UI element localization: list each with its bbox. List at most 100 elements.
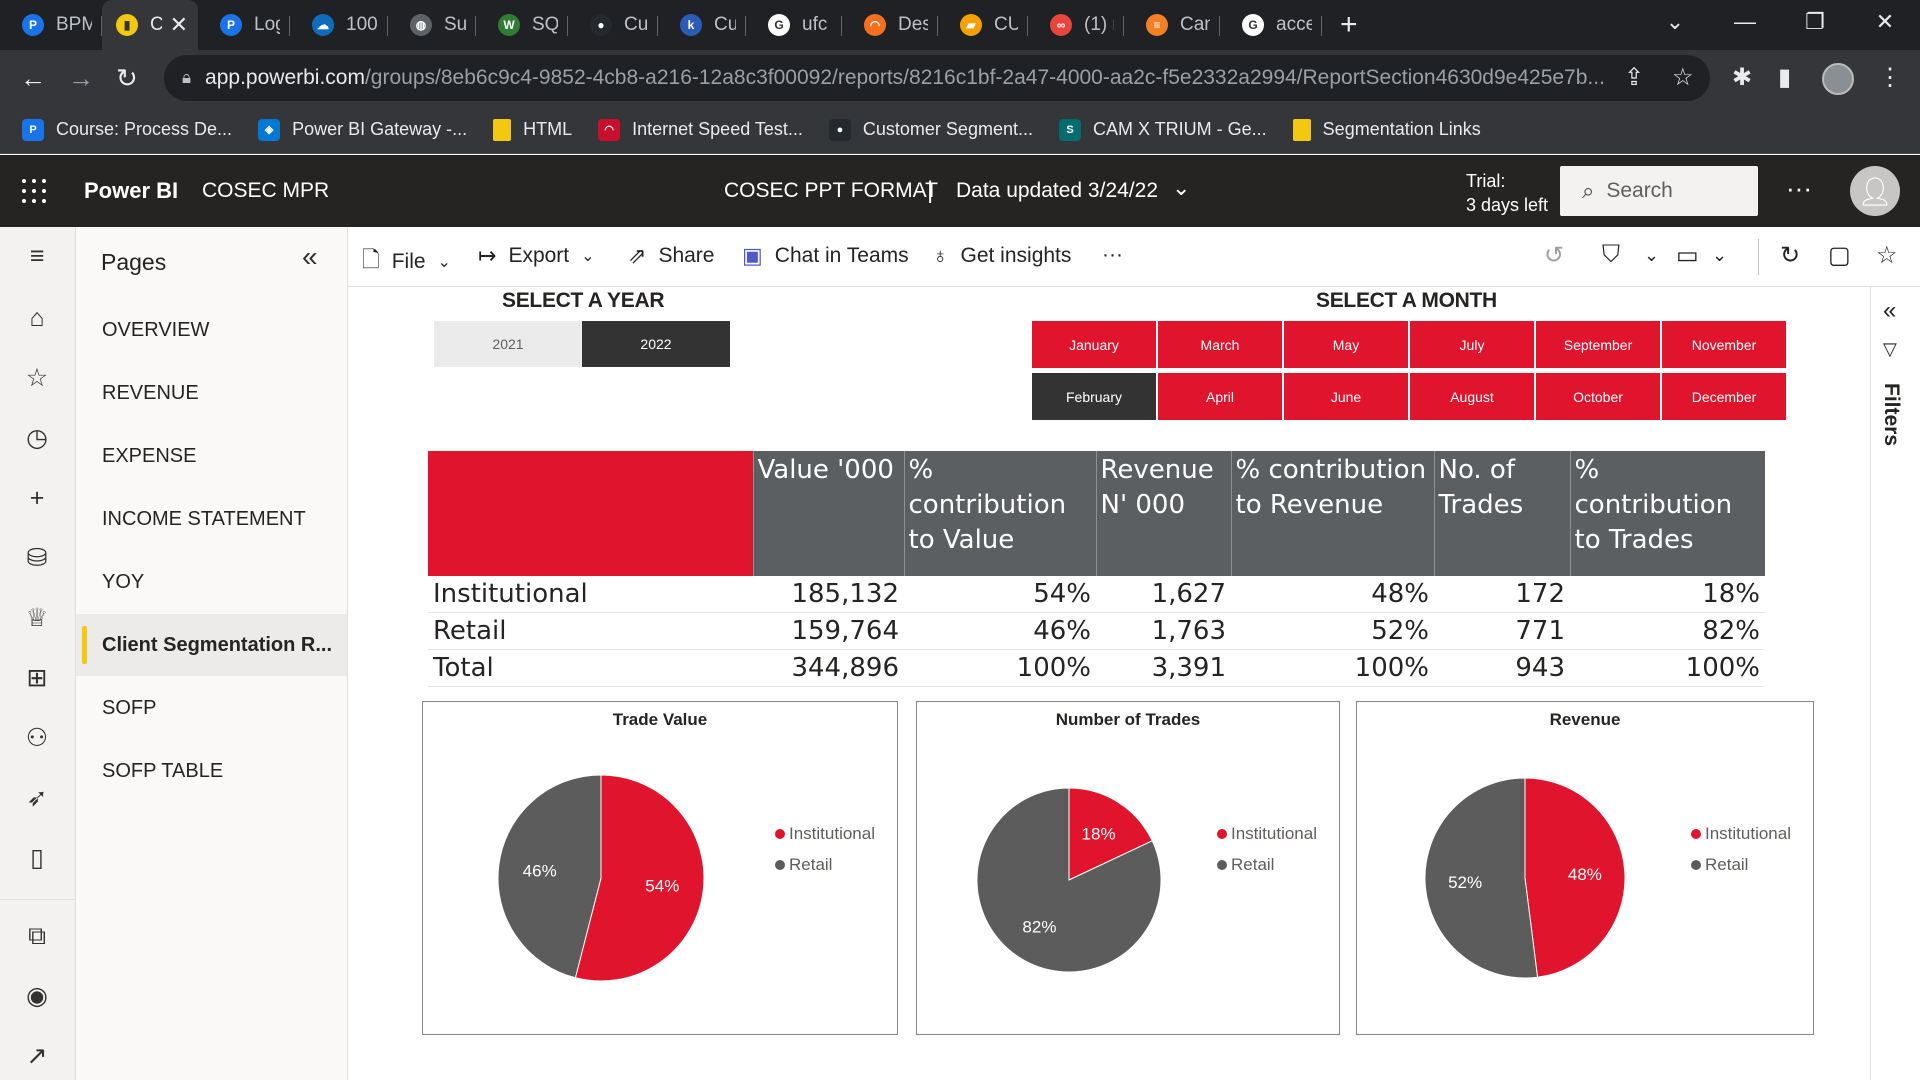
page-tab[interactable]: Client Segmentation R... xyxy=(76,614,347,676)
more-actions-button[interactable]: ··· xyxy=(1102,243,1123,267)
legend-item[interactable]: Institutional xyxy=(775,818,875,849)
expand-filters-icon[interactable]: « xyxy=(1883,297,1896,325)
powerbi-brand[interactable]: Power BI xyxy=(84,178,178,204)
restore-button[interactable]: ❐ xyxy=(1780,9,1850,35)
forward-button[interactable]: → xyxy=(68,63,94,94)
refresh-icon[interactable]: ↻ xyxy=(1780,241,1800,270)
close-window-button[interactable]: ✕ xyxy=(1850,9,1920,35)
browser-tab[interactable]: Gufc 19 xyxy=(746,0,842,50)
my-workspace-icon[interactable]: ◉ xyxy=(22,981,52,1011)
legend-item[interactable]: Retail xyxy=(775,849,875,880)
browser-tab[interactable]: P Login xyxy=(198,0,290,50)
favorites-star-icon[interactable]: ☆ xyxy=(22,363,52,393)
legend-item[interactable]: Retail xyxy=(1217,849,1317,880)
bookmark-item[interactable]: S CAM X TRIUM - Ge... xyxy=(1058,118,1267,141)
month-option-november[interactable]: November xyxy=(1662,321,1786,368)
page-tab[interactable]: INCOME STATEMENT xyxy=(76,488,347,550)
workspaces-icon[interactable]: ⧉ xyxy=(22,921,52,951)
chevron-down-icon[interactable]: ⌄ xyxy=(1644,245,1659,266)
browser-tab[interactable]: ☁ 1000 xyxy=(290,0,388,50)
user-avatar[interactable]: 👤︎ xyxy=(1850,166,1900,216)
view-icon[interactable]: ▭ xyxy=(1676,241,1699,270)
app-launcher-icon[interactable] xyxy=(22,179,46,203)
file-menu[interactable]: 🗋︎ File ⌄ xyxy=(362,243,451,281)
bookmark-item[interactable]: ● Customer Segment... xyxy=(828,118,1033,141)
get-data-arrow-icon[interactable]: ↗ xyxy=(22,1041,52,1071)
share-button[interactable]: ⇗ Share xyxy=(628,243,714,269)
side-panel-icon[interactable]: ▮ xyxy=(1778,63,1791,92)
profile-avatar[interactable] xyxy=(1822,63,1854,95)
page-tab[interactable]: OVERVIEW xyxy=(76,299,347,361)
month-option-january[interactable]: January xyxy=(1032,321,1156,368)
chat-in-teams-button[interactable]: ▣ Chat in Teams xyxy=(742,243,909,269)
export-menu[interactable]: ↦ Export ⌄ xyxy=(478,243,595,269)
year-option-2022[interactable]: 2022 xyxy=(582,321,730,367)
legend-item[interactable]: Institutional xyxy=(1217,818,1317,849)
page-tab[interactable]: SOFP xyxy=(76,677,347,739)
month-option-june[interactable]: June xyxy=(1284,373,1408,420)
recent-clock-icon[interactable]: ◷ xyxy=(22,423,52,453)
browser-tab[interactable]: Gacces xyxy=(1220,0,1322,50)
goals-trophy-icon[interactable]: ♕ xyxy=(22,603,52,633)
chevron-down-icon[interactable]: ⌄ xyxy=(1172,175,1190,201)
month-option-october[interactable]: October xyxy=(1536,373,1660,420)
legend-item[interactable]: Retail xyxy=(1691,849,1791,880)
browser-tab[interactable]: ◍ Succe xyxy=(388,0,476,50)
month-option-december[interactable]: December xyxy=(1662,373,1786,420)
extensions-icon[interactable]: ✱ xyxy=(1732,63,1752,92)
browser-tab[interactable]: k Custo xyxy=(658,0,746,50)
more-options-icon[interactable]: ··· xyxy=(1786,173,1812,204)
page-tab[interactable]: EXPENSE xyxy=(76,425,347,487)
workspace-name[interactable]: COSEC MPR xyxy=(202,179,329,203)
shared-with-me-icon[interactable]: ⚇ xyxy=(22,723,52,753)
year-option-2021[interactable]: 2021 xyxy=(434,321,582,367)
month-option-september[interactable]: September xyxy=(1536,321,1660,368)
comment-icon[interactable]: ▢ xyxy=(1828,241,1851,270)
new-tab-button[interactable]: + xyxy=(1340,8,1358,42)
create-plus-icon[interactable]: + xyxy=(22,483,52,513)
back-button[interactable]: ← xyxy=(20,63,46,94)
month-option-april[interactable]: April xyxy=(1158,373,1282,420)
month-option-july[interactable]: July xyxy=(1410,321,1534,368)
page-tab[interactable]: REVENUE xyxy=(76,362,347,424)
page-tab[interactable]: SOFP TABLE xyxy=(76,740,347,802)
home-icon[interactable]: ⌂ xyxy=(22,303,52,333)
browser-tab[interactable]: P BPMN xyxy=(0,0,102,50)
filters-pane[interactable]: « ▽ Filters xyxy=(1870,287,1920,1080)
search-box[interactable]: ⌕ Search xyxy=(1560,166,1758,216)
reload-button[interactable]: ↻ xyxy=(116,63,138,94)
get-insights-button[interactable]: ♁ Get insights xyxy=(932,243,1071,269)
close-tab-icon[interactable]: ✕ xyxy=(170,12,188,38)
month-option-march[interactable]: March xyxy=(1158,321,1282,368)
browser-tab[interactable]: ∞ (1) mo xyxy=(1028,0,1124,50)
learn-rocket-icon[interactable]: ➶ xyxy=(22,783,52,813)
favorite-star-icon[interactable]: ☆ xyxy=(1876,241,1898,270)
apps-icon[interactable]: ⊞ xyxy=(22,663,52,693)
month-option-may[interactable]: May xyxy=(1284,321,1408,368)
bookmark-item[interactable]: ◠ Internet Speed Test... xyxy=(598,118,803,141)
data-updated-label[interactable]: Data updated 3/24/22 xyxy=(956,179,1158,203)
url-bar[interactable]: 🔒︎ app.powerbi.com/groups/8eb6c9c4-9852-… xyxy=(164,55,1710,101)
legend-item[interactable]: Institutional xyxy=(1691,818,1791,849)
datasets-icon[interactable]: ⛁ xyxy=(22,543,52,573)
browser-tab[interactable]: ● Custo xyxy=(568,0,658,50)
minimize-button[interactable]: — xyxy=(1710,9,1780,35)
reset-icon[interactable]: ↺ xyxy=(1544,241,1564,270)
browse-book-icon[interactable]: ▯ xyxy=(22,843,52,873)
page-tab[interactable]: YOY xyxy=(76,551,347,613)
bookmark-icon[interactable]: ⛉ xyxy=(1602,241,1620,269)
hamburger-menu-icon[interactable]: ≡ xyxy=(22,241,52,271)
chevron-down-icon[interactable]: ⌄ xyxy=(1712,245,1727,266)
tab-search-icon[interactable]: ⌄ xyxy=(1640,9,1710,35)
collapse-pages-icon[interactable]: « xyxy=(302,241,318,273)
browser-tab[interactable]: ▰ CUST xyxy=(938,0,1028,50)
browser-tab[interactable]: W SQL S xyxy=(476,0,568,50)
bookmark-item[interactable]: HTML xyxy=(493,118,572,141)
chrome-menu-icon[interactable]: ⋮ xyxy=(1878,63,1902,92)
bookmark-item[interactable]: ◈ Power BI Gateway -... xyxy=(258,118,467,141)
browser-tab[interactable]: ▮ CC ✕ xyxy=(102,0,198,50)
browser-tab[interactable]: ≡ Can't xyxy=(1124,0,1220,50)
bookmark-item[interactable]: Segmentation Links xyxy=(1292,118,1481,141)
bookmark-star-icon[interactable]: ☆ xyxy=(1672,63,1694,92)
month-option-february[interactable]: February xyxy=(1032,373,1156,420)
